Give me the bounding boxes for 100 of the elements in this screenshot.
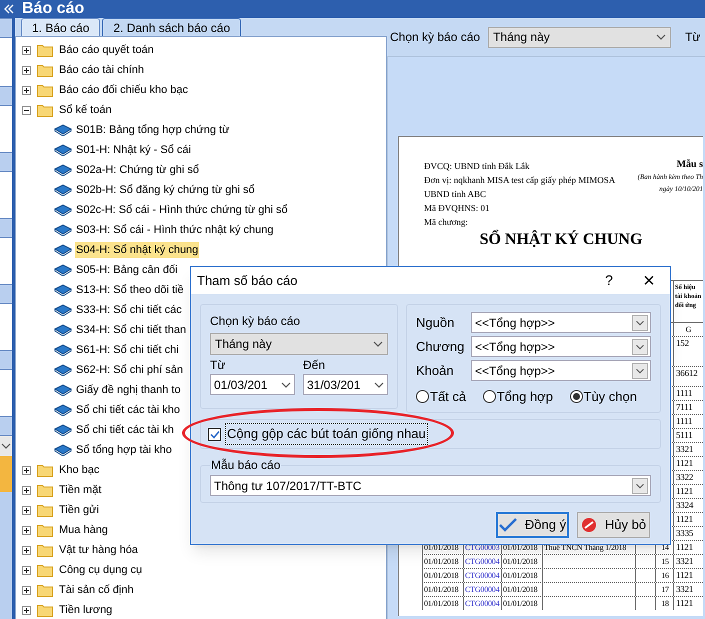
book-icon <box>54 384 72 396</box>
tab[interactable]: 1. Báo cáo <box>21 18 100 36</box>
table-cell: 152 <box>673 337 704 366</box>
folder-icon <box>37 583 53 597</box>
tree-item[interactable]: Sổ kế toán <box>59 102 112 118</box>
tree-item[interactable]: Công cụ dụng cụ <box>59 562 142 578</box>
double-chevron-left-icon[interactable] <box>4 4 14 14</box>
folder-icon <box>37 603 53 617</box>
folder-icon <box>37 523 53 537</box>
expand-icon[interactable] <box>22 566 31 574</box>
table-cell: 3321 <box>673 443 704 456</box>
radio-button[interactable] <box>482 390 496 404</box>
tree-item[interactable]: S03-H: Sổ cái - Hình thức nhật ký chung <box>75 222 275 238</box>
tree-item[interactable]: S01-H: Nhật ký - Sổ cái <box>75 142 192 158</box>
tree-item[interactable]: S61-H: Sổ chi tiết chi <box>75 342 180 358</box>
tree-item[interactable]: S02a-H: Chứng từ ghi sổ <box>75 162 200 178</box>
folder-icon <box>37 83 53 97</box>
book-icon <box>54 424 72 436</box>
ok-button[interactable]: Đồng ý <box>496 512 569 538</box>
report-header-line: ĐVCQ: UBND tỉnh Đắk Lắk <box>424 160 530 173</box>
book-icon <box>54 184 72 196</box>
checkbox-label[interactable]: Cộng gộp các bút toán giống nhau <box>225 423 428 445</box>
field-label: Đến <box>303 357 326 374</box>
book-icon <box>54 204 72 216</box>
tree-item[interactable]: Sổ chi tiết các tài kho <box>75 402 181 418</box>
tree-item[interactable]: S62-H: Sổ chi phí sản <box>75 362 184 378</box>
radio-label[interactable]: Tổng hợp <box>496 387 553 406</box>
tree-item[interactable]: S02b-H: Sổ đăng ký chứng từ ghi sổ <box>75 182 256 198</box>
field-label: Khoản <box>416 362 455 380</box>
table-cell: 1121 <box>673 569 704 582</box>
template-select[interactable]: Thông tư 107/2017/TT-BTC <box>210 475 651 496</box>
tree-item[interactable]: S33-H: Sổ chi tiết các <box>75 302 183 318</box>
field-label: Chương <box>416 338 466 356</box>
expand-icon[interactable] <box>22 546 31 554</box>
tree-item[interactable]: S02c-H: Sổ cái - Hình thức chứng từ ghi sổ <box>75 202 289 218</box>
tree-item[interactable]: Tài sản cố định <box>59 582 134 598</box>
table-cell: 36612 <box>673 367 704 386</box>
date-field[interactable]: 31/03/201 <box>303 374 388 395</box>
expand-icon[interactable] <box>22 486 31 494</box>
tree-item[interactable]: S01B: Bảng tổng hợp chứng từ <box>75 122 230 138</box>
period-select[interactable]: Tháng này <box>488 26 672 48</box>
tree-item[interactable]: S04-H: Sổ nhật ký chung <box>75 242 200 258</box>
tab[interactable]: 2. Danh sách báo cáo <box>102 18 242 36</box>
radio-button[interactable] <box>570 390 583 404</box>
expand-icon[interactable] <box>22 586 31 594</box>
table-cell: 18 <box>655 597 673 610</box>
tree-item[interactable]: Sổ chi tiết các tài kh <box>75 422 175 438</box>
tree-item[interactable]: Tiền lương <box>59 602 112 618</box>
table-cell: 1111 <box>673 387 704 400</box>
folder-icon <box>37 463 53 477</box>
caret-icon <box>374 382 384 388</box>
table-cell: 1121 <box>673 541 704 554</box>
tree-item[interactable]: Tiền mặt <box>59 482 102 498</box>
checkbox[interactable] <box>208 428 221 440</box>
tree-item[interactable]: Giấy đề nghị thanh to <box>75 382 182 398</box>
tree-item[interactable]: Mua hàng <box>59 522 108 538</box>
table-cell: 01/01/2018 <box>501 569 542 582</box>
expand-icon[interactable] <box>22 506 31 514</box>
report-header-line: Đơn vị: nqkhanh MISA test cấp giấy phép MIMOSA <box>424 174 616 187</box>
tree-item[interactable]: Tiền gửi <box>59 502 99 518</box>
filter-select[interactable]: <<Tổng hợp>> <box>471 312 651 333</box>
report-header-line: Mã chương: <box>424 216 469 229</box>
expand-icon[interactable] <box>22 86 31 94</box>
tree-item[interactable]: S05-H: Bảng cân đối <box>75 262 179 278</box>
expand-icon[interactable] <box>22 606 31 614</box>
table-cell: 15 <box>655 555 673 568</box>
radio-label[interactable]: Tất cả <box>430 387 466 406</box>
tree-item[interactable]: Báo cáo quyết toán <box>59 42 154 58</box>
filter-select[interactable]: <<Tổng hợp>> <box>471 360 651 381</box>
table-cell: 01/01/2018 <box>422 583 463 596</box>
tree-item[interactable]: Báo cáo đối chiếu kho bạc <box>59 82 188 98</box>
expand-icon[interactable] <box>22 46 31 54</box>
filter-select[interactable]: <<Tổng hợp>> <box>471 336 651 357</box>
table-cell: CTG00004 <box>463 569 501 582</box>
period-select[interactable]: Tháng này <box>210 333 388 355</box>
tree-item[interactable]: S34-H: Sổ chi tiết than <box>75 322 188 338</box>
table-cell: 3322 <box>673 471 704 484</box>
field-label: Mẫu báo cáo <box>210 459 282 472</box>
table-cell: CTG00004 <box>463 583 501 596</box>
close-button[interactable]: × <box>634 270 664 290</box>
radio-button[interactable] <box>416 390 429 404</box>
book-icon <box>54 324 72 336</box>
date-field[interactable]: 01/03/201 <box>210 374 295 395</box>
tree-item[interactable]: Báo cáo tài chính <box>59 62 144 78</box>
collapse-icon[interactable] <box>22 106 31 114</box>
sidebar-dropdown[interactable] <box>0 436 12 456</box>
table-cell: CTG00004 <box>463 555 501 568</box>
radio-label[interactable]: Tùy chọn <box>584 387 637 406</box>
table-cell: 16 <box>655 569 673 582</box>
expand-icon[interactable] <box>22 526 31 534</box>
tree-item[interactable]: Sổ tổng hợp tài kho <box>75 442 173 458</box>
cancel-button[interactable]: Hủy bỏ <box>577 512 650 538</box>
help-button[interactable]: ? <box>594 270 624 291</box>
tree-item[interactable]: Kho bạc <box>59 462 100 478</box>
tree-item[interactable]: Vật tư hàng hóa <box>59 542 138 558</box>
book-icon <box>54 244 72 256</box>
tree-item[interactable]: S13-H: Sổ theo dõi tiề <box>75 282 185 298</box>
expand-icon[interactable] <box>22 466 31 474</box>
expand-icon[interactable] <box>22 66 31 74</box>
field-label: Nguồn <box>416 314 456 332</box>
